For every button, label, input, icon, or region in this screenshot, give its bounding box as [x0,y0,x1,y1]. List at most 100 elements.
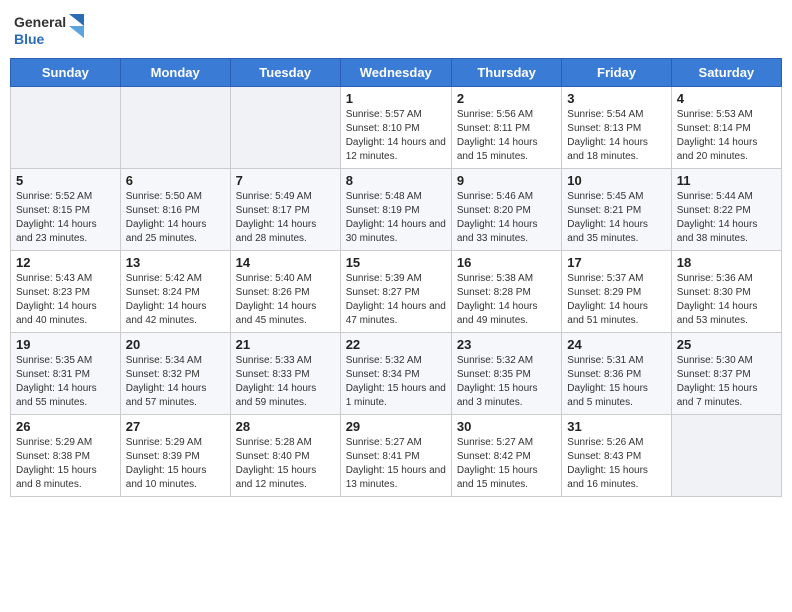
calendar-cell: 23 Sunrise: 5:32 AM Sunset: 8:35 PM Dayli… [451,333,561,415]
calendar-week-row: 26 Sunrise: 5:29 AM Sunset: 8:38 PM Dayli… [11,415,782,497]
day-number: 17 [567,255,665,270]
svg-text:General: General [14,14,66,30]
day-number: 26 [16,419,115,434]
day-info: Sunrise: 5:31 AM Sunset: 8:36 PM Dayligh… [567,354,665,410]
weekday-header-thursday: Thursday [451,59,561,87]
calendar-week-row: 5Sunrise: 5:52 AM Sunset: 8:15 PM Daylig… [11,169,782,251]
day-number: 24 [567,337,665,352]
calendar-cell: 4 Sunrise: 5:53 AM Sunset: 8:14 PM Daylig… [671,87,781,169]
day-number: 1 [346,91,446,106]
day-number: 21 [236,337,335,352]
weekday-header-friday: Friday [562,59,671,87]
day-number: 14 [236,255,335,270]
calendar-cell: 15 Sunrise: 5:39 AM Sunset: 8:27 PM Dayli… [340,251,451,333]
weekday-header-wednesday: Wednesday [340,59,451,87]
weekday-header-tuesday: Tuesday [230,59,340,87]
calendar-cell: 28 Sunrise: 5:28 AM Sunset: 8:40 PM Dayli… [230,415,340,497]
calendar-cell: 11 Sunrise: 5:44 AM Sunset: 8:22 PM Dayli… [671,169,781,251]
calendar-cell [120,87,230,169]
day-info: Sunrise: 5:29 AM Sunset: 8:38 PM Dayligh… [16,436,115,492]
day-number: 28 [236,419,335,434]
day-info: Sunrise: 5:38 AM Sunset: 8:28 PM Dayligh… [457,272,556,328]
day-info: Sunrise: 5:35 AM Sunset: 8:31 PM Dayligh… [16,354,115,410]
day-number: 2 [457,91,556,106]
day-number: 9 [457,173,556,188]
day-number: 25 [677,337,776,352]
day-number: 15 [346,255,446,270]
day-number: 13 [126,255,225,270]
day-info: Sunrise: 5:48 AM Sunset: 8:19 PM Dayligh… [346,190,446,246]
calendar-cell: 17 Sunrise: 5:37 AM Sunset: 8:29 PM Dayli… [562,251,671,333]
day-info: Sunrise: 5:42 AM Sunset: 8:24 PM Dayligh… [126,272,225,328]
day-info: Sunrise: 5:32 AM Sunset: 8:34 PM Dayligh… [346,354,446,410]
day-info: Sunrise: 5:27 AM Sunset: 8:41 PM Dayligh… [346,436,446,492]
day-info: Sunrise: 5:43 AM Sunset: 8:23 PM Dayligh… [16,272,115,328]
day-info: Sunrise: 5:30 AM Sunset: 8:37 PM Dayligh… [677,354,776,410]
calendar-cell: 8 Sunrise: 5:48 AM Sunset: 8:19 PM Daylig… [340,169,451,251]
day-info: Sunrise: 5:28 AM Sunset: 8:40 PM Dayligh… [236,436,335,492]
calendar-week-row: 19Sunrise: 5:35 AM Sunset: 8:31 PM Dayli… [11,333,782,415]
calendar-cell: 1 Sunrise: 5:57 AM Sunset: 8:10 PM Daylig… [340,87,451,169]
day-info: Sunrise: 5:46 AM Sunset: 8:20 PM Dayligh… [457,190,556,246]
day-number: 29 [346,419,446,434]
day-info: Sunrise: 5:39 AM Sunset: 8:27 PM Dayligh… [346,272,446,328]
day-info: Sunrise: 5:57 AM Sunset: 8:10 PM Dayligh… [346,108,446,164]
day-info: Sunrise: 5:53 AM Sunset: 8:14 PM Dayligh… [677,108,776,164]
day-info: Sunrise: 5:37 AM Sunset: 8:29 PM Dayligh… [567,272,665,328]
day-number: 30 [457,419,556,434]
day-info: Sunrise: 5:29 AM Sunset: 8:39 PM Dayligh… [126,436,225,492]
calendar-cell: 9 Sunrise: 5:46 AM Sunset: 8:20 PM Daylig… [451,169,561,251]
day-number: 12 [16,255,115,270]
calendar-cell: 21Sunrise: 5:33 AM Sunset: 8:33 PM Dayli… [230,333,340,415]
weekday-header-sunday: Sunday [11,59,121,87]
svg-text:Blue: Blue [14,31,45,47]
day-number: 4 [677,91,776,106]
day-info: Sunrise: 5:45 AM Sunset: 8:21 PM Dayligh… [567,190,665,246]
calendar-cell: 25 Sunrise: 5:30 AM Sunset: 8:37 PM Dayli… [671,333,781,415]
calendar-cell [11,87,121,169]
calendar-cell: 10Sunrise: 5:45 AM Sunset: 8:21 PM Dayli… [562,169,671,251]
day-info: Sunrise: 5:26 AM Sunset: 8:43 PM Dayligh… [567,436,665,492]
calendar-cell: 29 Sunrise: 5:27 AM Sunset: 8:41 PM Dayli… [340,415,451,497]
day-info: Sunrise: 5:56 AM Sunset: 8:11 PM Dayligh… [457,108,556,164]
day-number: 31 [567,419,665,434]
day-number: 7 [236,173,335,188]
calendar-cell: 22Sunrise: 5:32 AM Sunset: 8:34 PM Dayli… [340,333,451,415]
calendar-cell [230,87,340,169]
calendar-cell: 2 Sunrise: 5:56 AM Sunset: 8:11 PM Daylig… [451,87,561,169]
calendar-cell: 31 Sunrise: 5:26 AM Sunset: 8:43 PM Dayli… [562,415,671,497]
calendar-cell: 19Sunrise: 5:35 AM Sunset: 8:31 PM Dayli… [11,333,121,415]
day-info: Sunrise: 5:50 AM Sunset: 8:16 PM Dayligh… [126,190,225,246]
day-info: Sunrise: 5:32 AM Sunset: 8:35 PM Dayligh… [457,354,556,410]
calendar-cell: 27 Sunrise: 5:29 AM Sunset: 8:39 PM Dayli… [120,415,230,497]
day-info: Sunrise: 5:34 AM Sunset: 8:32 PM Dayligh… [126,354,225,410]
day-info: Sunrise: 5:40 AM Sunset: 8:26 PM Dayligh… [236,272,335,328]
day-info: Sunrise: 5:36 AM Sunset: 8:30 PM Dayligh… [677,272,776,328]
day-number: 20 [126,337,225,352]
page-header: GeneralBlue [10,10,782,50]
day-number: 23 [457,337,556,352]
calendar-week-row: 12 Sunrise: 5:43 AM Sunset: 8:23 PM Dayli… [11,251,782,333]
calendar-week-row: 1 Sunrise: 5:57 AM Sunset: 8:10 PM Daylig… [11,87,782,169]
day-number: 8 [346,173,446,188]
logo-svg: GeneralBlue [14,10,84,50]
day-info: Sunrise: 5:54 AM Sunset: 8:13 PM Dayligh… [567,108,665,164]
day-number: 11 [677,173,776,188]
calendar-cell: 30 Sunrise: 5:27 AM Sunset: 8:42 PM Dayli… [451,415,561,497]
day-number: 6 [126,173,225,188]
calendar-cell: 16Sunrise: 5:38 AM Sunset: 8:28 PM Dayli… [451,251,561,333]
day-info: Sunrise: 5:27 AM Sunset: 8:42 PM Dayligh… [457,436,556,492]
calendar-cell: 18 Sunrise: 5:36 AM Sunset: 8:30 PM Dayli… [671,251,781,333]
day-number: 3 [567,91,665,106]
logo: GeneralBlue [14,10,84,50]
weekday-header-saturday: Saturday [671,59,781,87]
calendar-cell [671,415,781,497]
calendar-cell: 24 Sunrise: 5:31 AM Sunset: 8:36 PM Dayli… [562,333,671,415]
calendar-cell: 5Sunrise: 5:52 AM Sunset: 8:15 PM Daylig… [11,169,121,251]
day-number: 5 [16,173,115,188]
calendar-cell: 13 Sunrise: 5:42 AM Sunset: 8:24 PM Dayli… [120,251,230,333]
day-number: 27 [126,419,225,434]
calendar-cell: 20 Sunrise: 5:34 AM Sunset: 8:32 PM Dayli… [120,333,230,415]
day-info: Sunrise: 5:44 AM Sunset: 8:22 PM Dayligh… [677,190,776,246]
day-number: 18 [677,255,776,270]
